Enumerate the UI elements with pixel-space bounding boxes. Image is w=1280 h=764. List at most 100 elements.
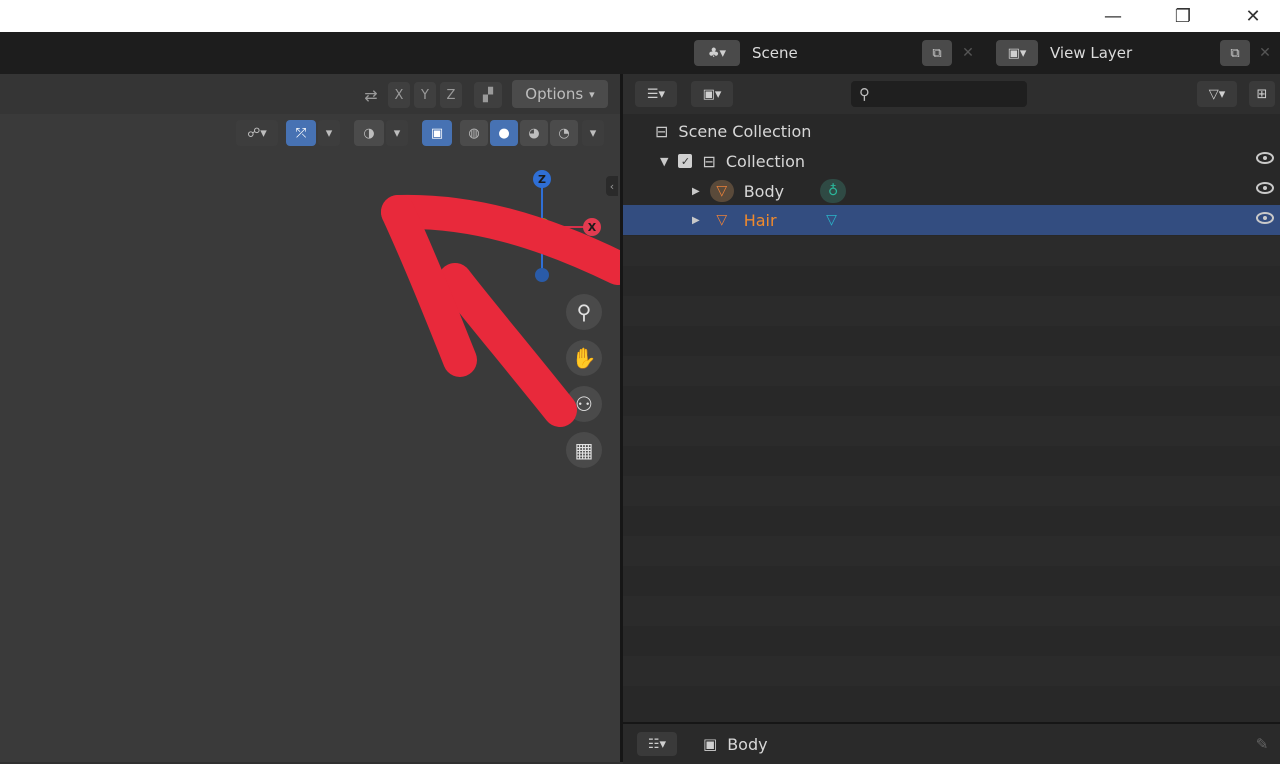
axis-z-label: Z: [446, 87, 456, 103]
gizmo-z-label: Z: [538, 172, 546, 186]
xray-icon: ▣: [430, 125, 444, 141]
collection-label: Collection: [725, 151, 806, 171]
axis-y-toggle[interactable]: Y: [414, 82, 436, 108]
outliner-stripe: [623, 596, 1280, 626]
scene-name-field[interactable]: Scene: [744, 40, 924, 66]
outliner-stripe: [623, 236, 1280, 266]
options-dropdown[interactable]: Options ▾: [512, 80, 608, 108]
disclosure-closed-icon[interactable]: ▶: [692, 186, 700, 197]
disclosure-open-icon[interactable]: ▼: [660, 155, 668, 168]
solid-sphere-icon: ●: [498, 125, 510, 141]
outliner-mode-icon: ☰▾: [646, 86, 666, 102]
collection-row[interactable]: ▼ ✓ ⊟ Collection: [660, 150, 805, 172]
close-icon: ✕: [1259, 45, 1271, 61]
solid-shading-button[interactable]: ●: [490, 120, 518, 146]
viewport-header: ⇄ X Y Z ▞ Options ▾: [0, 74, 620, 114]
object-filter-icon: ▣▾: [702, 86, 722, 102]
properties-header: ☷▾ ▣ Body ✎: [623, 722, 1280, 764]
mesh-object-icon: ▽: [716, 212, 728, 228]
overlays-dropdown[interactable]: ▾: [386, 120, 408, 146]
display-mode-dropdown[interactable]: ☰▾: [635, 81, 677, 107]
scene-collection-row[interactable]: ⊟ Scene Collection: [655, 120, 811, 142]
disclosure-closed-icon[interactable]: ▶: [692, 215, 700, 226]
axis-y-label: Y: [421, 87, 429, 103]
wireframe-shading-button[interactable]: ◍: [460, 120, 488, 146]
pin-icon: ✎: [1255, 735, 1269, 753]
restore-icon: ❐: [1174, 5, 1192, 27]
axis-x-toggle[interactable]: X: [388, 82, 410, 108]
checkbox-icon[interactable]: ✓: [678, 154, 693, 168]
minimize-icon: —: [1104, 5, 1122, 27]
modifier-icon[interactable]: ♁: [820, 179, 847, 203]
new-view-layer-button[interactable]: ⧉: [1220, 40, 1250, 66]
copy-icon: ⧉: [1230, 45, 1240, 61]
new-scene-button[interactable]: ⧉: [922, 40, 952, 66]
filter-mode-dropdown[interactable]: ▣▾: [691, 81, 733, 107]
outliner-item-label: Hair: [743, 210, 777, 230]
scene-collection-icon: ⊟: [655, 121, 669, 141]
restore-button[interactable]: ❐: [1160, 0, 1206, 32]
outliner-item-body[interactable]: ▶ ▽ Body ♁: [692, 179, 847, 203]
shading-dropdown[interactable]: ▾: [582, 120, 604, 146]
editor-type-dropdown[interactable]: ☷▾: [637, 732, 677, 756]
rendered-shading-button[interactable]: ◔: [550, 120, 578, 146]
chevron-down-icon: ▾: [393, 125, 401, 141]
collection-visibility-eye-icon[interactable]: [1256, 152, 1274, 164]
outliner-search-input[interactable]: ⚲: [851, 81, 1027, 107]
properties-editor-icon: ☷▾: [647, 736, 667, 752]
view-object-types-button[interactable]: ☍▾: [236, 120, 278, 146]
outliner-item-hair[interactable]: ▶ ▽ Hair ▽: [692, 209, 843, 231]
outliner-stripe: [623, 536, 1280, 566]
view-layer-name: View Layer: [1050, 44, 1133, 62]
mesh-object-icon: ▽: [709, 180, 734, 202]
gizmos-toggle[interactable]: ⤱: [286, 120, 316, 146]
delete-view-layer-button[interactable]: ✕: [1254, 40, 1276, 66]
close-icon: ✕: [1245, 5, 1261, 27]
outliner-stripe: [623, 416, 1280, 446]
axis-x-label: X: [394, 87, 404, 103]
axis-z-toggle[interactable]: Z: [440, 82, 462, 108]
gizmo-z-axis[interactable]: Z: [533, 170, 551, 188]
modifier-icon[interactable]: ▽: [821, 209, 843, 231]
options-label: Options: [525, 85, 584, 103]
close-icon: ✕: [962, 45, 974, 61]
minimize-button[interactable]: —: [1090, 0, 1136, 32]
xray-toggle[interactable]: ▣: [422, 120, 452, 146]
top-bar: ♣▾ Scene ⧉ ✕ ▣▾ View Layer ⧉ ✕: [0, 32, 1280, 74]
new-collection-icon: ⊞: [1256, 86, 1268, 102]
outliner-stripe: [623, 296, 1280, 326]
new-collection-button[interactable]: ⊞: [1249, 81, 1275, 107]
chevron-down-icon: ▾: [589, 125, 597, 141]
pin-button[interactable]: ✎: [1251, 732, 1273, 756]
outliner-stripe: [623, 356, 1280, 386]
active-object-breadcrumb: ▣ Body: [703, 732, 768, 756]
outliner-stripe: [623, 476, 1280, 506]
close-button[interactable]: ✕: [1230, 0, 1276, 32]
mirror-icon[interactable]: ⇄: [358, 82, 384, 108]
filter-dropdown[interactable]: ▽▾: [1197, 81, 1237, 107]
symmetry-icon: ▞: [483, 87, 493, 103]
window-titlebar: — ❐ ✕: [0, 0, 1280, 32]
view-layer-selector-button[interactable]: ▣▾: [996, 40, 1038, 66]
material-sphere-icon: ◕: [528, 125, 540, 141]
chevron-down-icon: ▾: [589, 87, 595, 101]
material-shading-button[interactable]: ◕: [520, 120, 548, 146]
rendered-sphere-icon: ◔: [558, 125, 570, 141]
overlays-toggle[interactable]: ◑: [354, 120, 384, 146]
chevron-down-icon: ▾: [325, 125, 333, 141]
scene-selector-button[interactable]: ♣▾: [694, 40, 740, 66]
annotation-arrow: [381, 194, 635, 427]
view-layer-icon: ▣▾: [1007, 45, 1027, 61]
gizmos-dropdown[interactable]: ▾: [318, 120, 340, 146]
outliner-stripe: [623, 656, 1280, 686]
copy-icon: ⧉: [932, 45, 942, 61]
delete-scene-button[interactable]: ✕: [956, 40, 980, 66]
view-types-icon: ☍▾: [247, 125, 267, 141]
view-layer-name-field[interactable]: View Layer: [1042, 40, 1220, 66]
body-visibility-eye-icon[interactable]: [1256, 182, 1274, 194]
collection-icon: ⊟: [702, 151, 716, 171]
hair-visibility-eye-icon[interactable]: [1256, 212, 1274, 224]
symmetry-button[interactable]: ▞: [474, 82, 502, 108]
scene-name: Scene: [752, 44, 798, 62]
object-icon: ▣: [703, 735, 718, 753]
